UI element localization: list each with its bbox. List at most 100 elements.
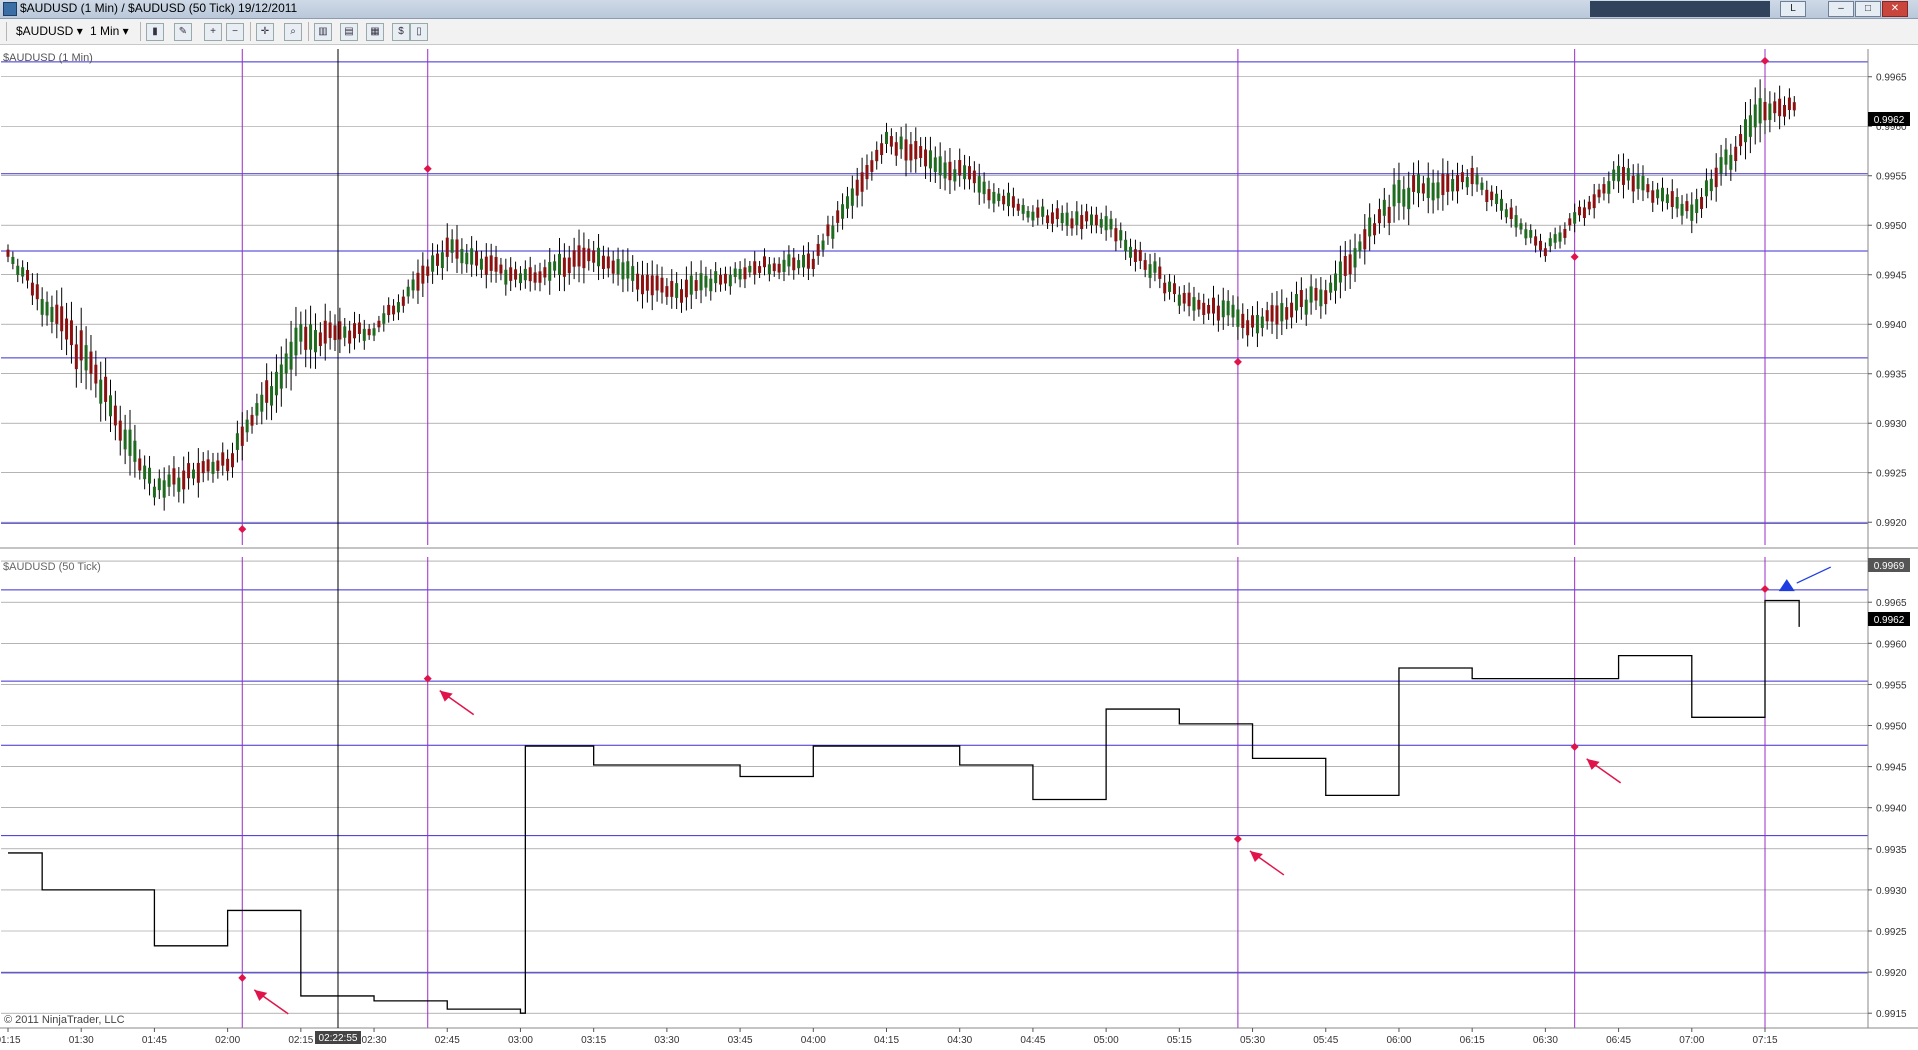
annotation-arrows (253, 566, 1832, 1015)
price-bar-body (704, 275, 708, 288)
price-bar-body (650, 275, 654, 296)
data-series-icon[interactable]: ▥ (314, 23, 332, 41)
price-bar-body (665, 286, 669, 297)
price-bar-body (889, 136, 893, 147)
price-bar-body (1119, 230, 1123, 241)
close-button[interactable]: ✕ (1882, 1, 1908, 17)
price-bar-body (6, 249, 10, 257)
price-bar-body (1168, 281, 1172, 292)
price-bar-body (1656, 189, 1660, 199)
price-bar-body (1499, 198, 1503, 211)
price-bar-body (1680, 203, 1684, 216)
blue-triangle-marker (1778, 579, 1795, 592)
price-bar-body (860, 172, 864, 192)
price-bar-body (767, 264, 771, 275)
price-bar-body (1251, 315, 1255, 328)
price-bar-body (1578, 206, 1582, 216)
price-bar-body (1621, 166, 1625, 185)
minimize-button[interactable]: – (1828, 1, 1854, 17)
price-bar-body (943, 162, 947, 179)
price-bar-body (1290, 302, 1294, 318)
time-axis[interactable]: 01:15 01:30 01:45 02:00 02:15 02:30 02:45 03:00… (0, 1028, 1778, 1046)
annotation-arrowhead (1249, 850, 1263, 862)
link-button[interactable]: L (1780, 1, 1806, 17)
chart-trader-icon[interactable]: ▯ (410, 23, 428, 41)
price-bar-body (484, 256, 488, 275)
price-bar-body (231, 453, 235, 468)
price-bar-body (50, 306, 54, 322)
price-bar-body (113, 405, 117, 426)
crosshair-icon[interactable]: ✛ (256, 23, 274, 41)
price-bar-body (938, 156, 942, 176)
price-tick-label: 0.9935 (1876, 370, 1907, 381)
chart-area[interactable]: 0.9965 0.9960 0.9955 0.9950 0.9945 0.9940 0.99… (0, 45, 1918, 1050)
properties-icon[interactable]: $ (392, 23, 410, 41)
price-bar-body (260, 394, 264, 412)
zoom-in-icon[interactable]: + (204, 23, 222, 41)
price-bar-body (1661, 187, 1665, 202)
price-bar-body (318, 332, 322, 347)
indicators-icon[interactable]: ▤ (340, 23, 358, 41)
price-bar-body (1265, 310, 1269, 322)
bottom-last-price: 0.9962 (1874, 615, 1905, 626)
zoom-out-icon[interactable]: − (226, 23, 244, 41)
drawing-tool-icon[interactable]: ✎ (174, 23, 192, 41)
price-bar-body (1197, 299, 1201, 310)
price-bar-body (1426, 177, 1430, 199)
price-bar-body (313, 330, 317, 353)
price-bar-body (289, 341, 293, 370)
price-tick-label: 0.9920 (1876, 968, 1907, 979)
taskbar-ghost (1590, 1, 1770, 17)
price-bar-body (928, 150, 932, 169)
price-bar-body (1690, 204, 1694, 221)
interval-selector[interactable]: 1 Min ▾ (90, 22, 129, 40)
price-bar-body (802, 254, 806, 268)
strategies-icon[interactable]: ▦ (366, 23, 384, 41)
price-bar-body (621, 262, 625, 280)
price-bar-body (694, 280, 698, 291)
price-bar-body (1592, 194, 1596, 209)
price-bar-body (1729, 154, 1733, 170)
price-bar-body (1353, 248, 1357, 268)
price-bar-body (826, 224, 830, 237)
price-bar-body (772, 263, 776, 272)
price-bar-body (133, 440, 137, 462)
price-bar-body (108, 395, 112, 417)
price-bar-body (1133, 249, 1137, 262)
price-bar-body (709, 278, 713, 292)
time-tick-label: 06:15 (1460, 1035, 1485, 1046)
magnifier-icon[interactable]: ⌕ (284, 23, 302, 41)
price-bar-body (880, 143, 884, 156)
price-tick-label: 0.9930 (1876, 419, 1907, 430)
time-tick-label: 01:15 (0, 1035, 21, 1046)
price-bar-body (543, 267, 547, 278)
price-bar-body (1143, 260, 1147, 270)
price-bar-body (1202, 302, 1206, 315)
maximize-button[interactable]: □ (1855, 1, 1881, 17)
price-bar-body (1065, 212, 1069, 226)
price-bar-body (811, 258, 815, 270)
price-bar-body (465, 252, 469, 265)
instrument-selector[interactable]: $AUDUSD ▾ (16, 22, 83, 40)
price-bar-body (1334, 273, 1338, 291)
window-titlebar: $AUDUSD (1 Min) / $AUDUSD (50 Tick) 19/1… (0, 0, 1918, 19)
price-tick-label: 0.9965 (1876, 73, 1907, 84)
marker-diamond (423, 164, 432, 173)
price-bar-body (35, 284, 39, 300)
price-bar-body (1241, 313, 1245, 328)
price-bar-body (719, 275, 723, 285)
price-axis[interactable]: 0.9965 0.9960 0.9955 0.9950 0.9945 0.9940 0.99… (0, 49, 1918, 1029)
price-bar-body (396, 302, 400, 313)
price-bar-body (899, 136, 903, 150)
price-bar-body (74, 344, 78, 370)
toolbar-separator (308, 22, 309, 41)
price-bar-body (1675, 196, 1679, 209)
bar-type-icon[interactable]: ▮ (146, 23, 164, 41)
price-bar-body (1226, 300, 1230, 316)
price-bar-body (1089, 214, 1093, 226)
price-bar-body (435, 253, 439, 266)
price-bar-body (1182, 292, 1186, 304)
price-bar-body (196, 462, 200, 483)
price-bar-body (963, 165, 967, 180)
price-bar-body (1221, 300, 1225, 318)
